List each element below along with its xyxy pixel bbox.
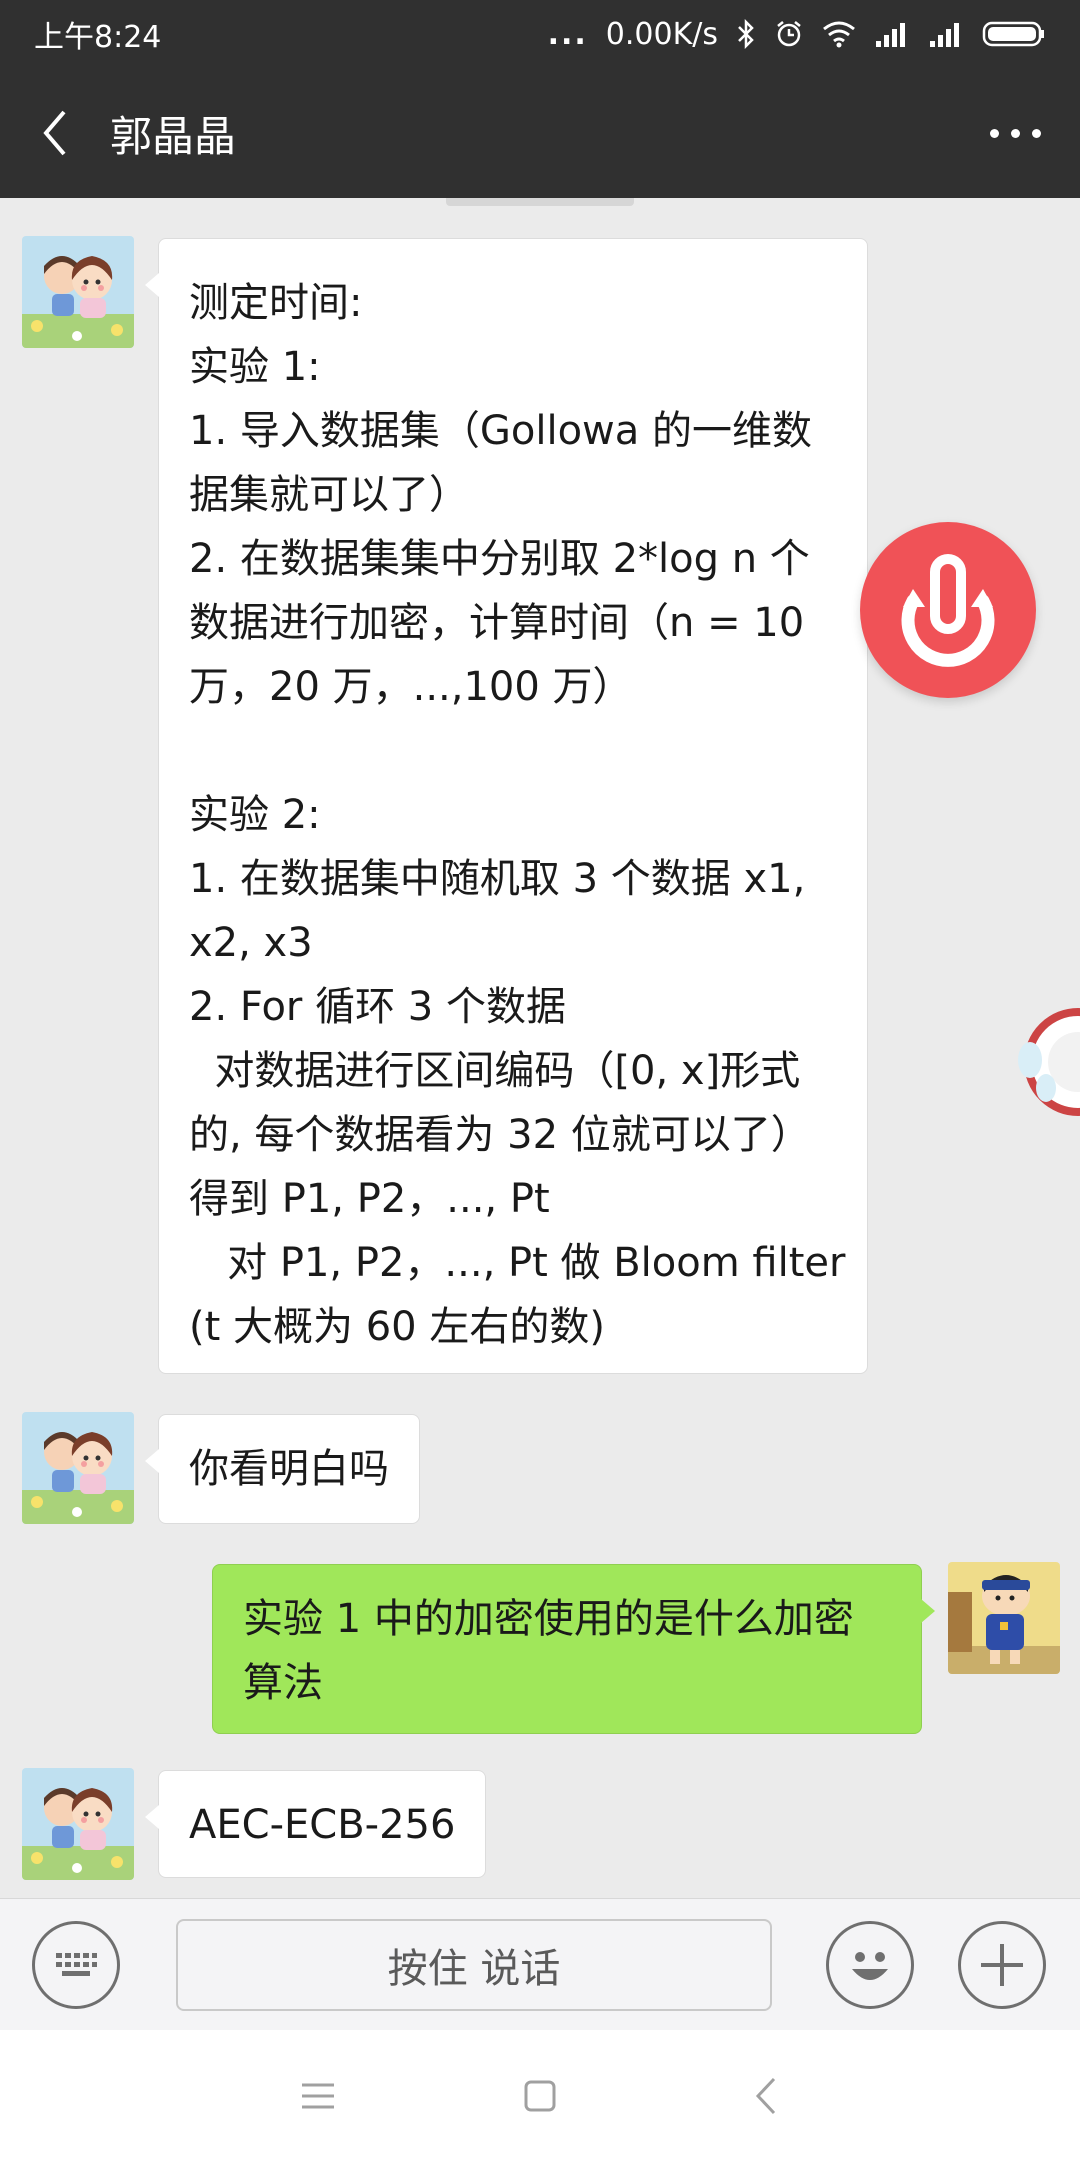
message-line: 2. For 循环 3 个数据 (189, 984, 566, 1030)
status-icons: ... 0.00K/s (548, 17, 1046, 52)
chevron-left-icon (43, 110, 66, 156)
message-line: 对 P1, P2，..., Pt 做 Bloom filter (189, 1240, 846, 1286)
message-bubble-incoming[interactable]: AEC-ECB-256 (144, 1770, 487, 1878)
plus-icon (981, 1944, 1023, 1986)
message-line: 对数据进行区间编码（[0, x]形式 (189, 1048, 801, 1094)
message-line: 数据进行加密，计算时间（n = 10 (189, 600, 805, 646)
signal-icon (928, 19, 964, 49)
more-dots-icon (989, 128, 999, 138)
network-speed: 0.00K/s (605, 16, 718, 52)
alarm-icon (774, 19, 804, 49)
bluetooth-icon (736, 19, 756, 49)
add-button[interactable] (958, 1921, 1046, 2009)
battery-icon (982, 20, 1046, 48)
avatar[interactable] (22, 236, 134, 348)
message-line: 的, 每个数据看为 32 位就可以了） (189, 1112, 811, 1158)
message-line: 实验 2: (189, 792, 321, 838)
message-line: 1. 导入数据集（Gollowa 的一维数 (189, 408, 812, 454)
status-bar: 上午8:24 ... 0.00K/s (0, 0, 1080, 68)
system-navigation-bar (0, 2030, 1080, 2160)
status-dots: ... (547, 16, 588, 52)
message-line: 测定时间: (189, 280, 363, 326)
chat-input-bar: 按住 说话 (0, 1898, 1080, 2030)
keyboard-button[interactable] (32, 1921, 120, 2009)
system-back-button[interactable] (736, 2066, 796, 2126)
menu-button[interactable] (288, 2066, 348, 2126)
status-time: 上午8:24 (34, 20, 162, 55)
message-line: 万，20 万，...,100 万） (189, 664, 633, 710)
wifi-icon (822, 20, 856, 48)
floating-assistant-button[interactable] (860, 522, 1036, 698)
message-line: 你看明白吗 (189, 1446, 389, 1492)
message-line (189, 719, 837, 783)
avatar[interactable] (22, 1412, 134, 1524)
chat-header: 郭晶晶 (0, 68, 1080, 198)
message-line: (t 大概为 60 左右的数) (189, 1304, 605, 1350)
message-line: 2. 在数据集集中分别取 2*log n 个 (189, 536, 810, 582)
message-line: x2, x3 (189, 920, 313, 966)
avatar[interactable] (22, 1768, 134, 1880)
message-line: 据集就可以了） (189, 472, 469, 518)
back-button[interactable] (0, 68, 110, 198)
back-arrow-icon (755, 2077, 776, 2115)
message-bubble-incoming[interactable]: 测定时间: 实验 1: 1. 导入数据集（Gollowa 的一维数 据集就可以了… (145, 238, 868, 1374)
message-line: 得到 P1, P2，..., Pt (189, 1176, 550, 1222)
home-button[interactable] (510, 2066, 570, 2126)
message-line: 1. 在数据集中随机取 3 个数据 x1, (189, 856, 806, 902)
message-line: AEC-ECB-256 (189, 1802, 456, 1848)
menu-icon (302, 2083, 334, 2109)
signal-hd-icon (874, 19, 910, 49)
keyboard-icon (56, 1953, 97, 1976)
floating-edge-widget[interactable] (1016, 1000, 1080, 1130)
chat-title: 郭晶晶 (110, 111, 237, 161)
home-square-icon (524, 2080, 556, 2112)
message-line: 算法 (243, 1660, 323, 1706)
pull-indicator (446, 198, 634, 206)
avatar-self[interactable] (948, 1562, 1060, 1674)
emoji-icon (852, 1952, 888, 1980)
message-bubble-incoming[interactable]: 你看明白吗 (145, 1414, 420, 1524)
message-bubble-outgoing[interactable]: 实验 1 中的加密使用的是什么加密 算法 (212, 1564, 935, 1734)
emoji-button[interactable] (826, 1921, 914, 2009)
message-line: 实验 1: (189, 344, 321, 390)
more-button[interactable] (950, 68, 1080, 198)
message-line: 实验 1 中的加密使用的是什么加密 (243, 1596, 854, 1642)
power-cycle-icon (901, 554, 995, 667)
hold-to-talk-button[interactable]: 按住 说话 (176, 1919, 772, 2011)
